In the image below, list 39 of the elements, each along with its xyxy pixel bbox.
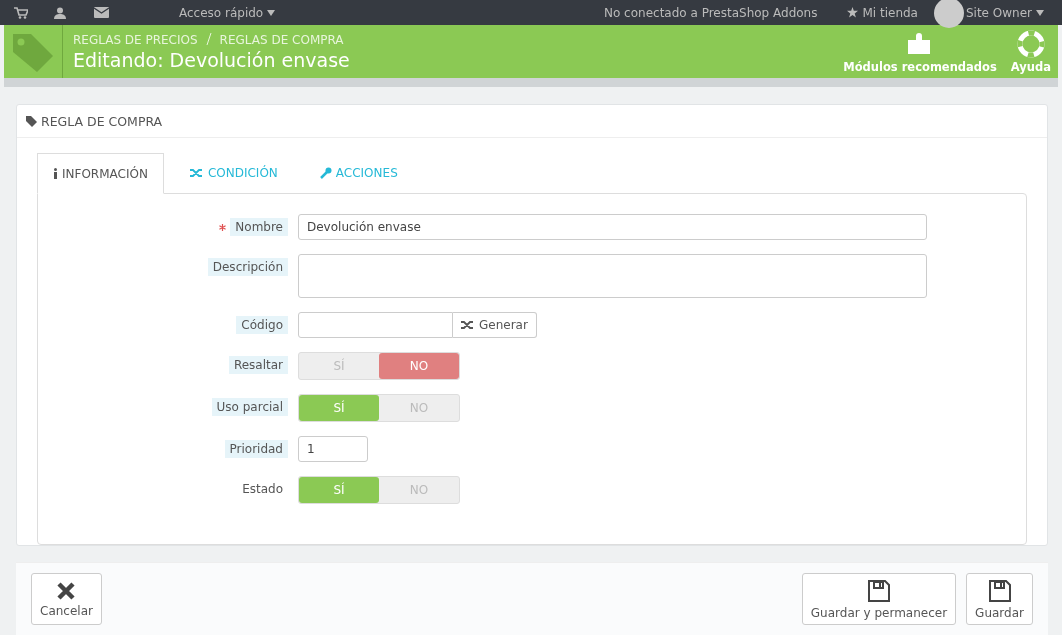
lifebuoy-icon	[1016, 29, 1045, 58]
cart-icon[interactable]	[14, 6, 28, 19]
info-icon	[53, 168, 58, 179]
quick-access-menu[interactable]: Acceso rápido	[179, 5, 276, 20]
page-title: Editando: Devolución envase	[73, 48, 350, 71]
avatar-circle	[933, 0, 964, 28]
star-icon	[847, 7, 859, 18]
field-label: Uso parcial	[211, 398, 288, 416]
caret-icon	[267, 9, 276, 16]
shop-link[interactable]: Mi tienda	[847, 5, 918, 20]
field-label: Estado	[241, 481, 284, 498]
priority-field[interactable]: 1	[298, 436, 368, 462]
cancel-button[interactable]: Cancelar	[31, 573, 102, 625]
description-field[interactable]	[298, 254, 927, 298]
name-field[interactable]: Devolución envase	[298, 214, 927, 240]
generate-button[interactable]: Generar	[453, 312, 537, 338]
user-icon[interactable]	[54, 6, 66, 19]
panel-title: REGLA DE COMPRA	[41, 113, 163, 129]
shuffle-icon	[461, 320, 475, 330]
slash-separator-icon	[205, 32, 212, 45]
tags-icon	[11, 31, 55, 72]
field-label: Nombre	[230, 218, 288, 236]
code-field[interactable]	[298, 312, 453, 338]
mail-icon[interactable]	[94, 7, 109, 18]
user-menu[interactable]: Site Owner	[965, 5, 1044, 20]
addons-status-link[interactable]: No conectado a PrestaShop Addons	[603, 5, 818, 20]
caret-icon	[1036, 9, 1044, 16]
field-label: Código	[236, 316, 288, 334]
shuffle-icon	[189, 168, 204, 178]
close-icon	[56, 580, 77, 601]
save-and-stay-button[interactable]: Guardar y permanecer	[801, 573, 957, 625]
wrench-icon	[319, 167, 332, 179]
field-label: Prioridad	[224, 440, 288, 458]
field-label: Resaltar	[228, 356, 288, 374]
save-button[interactable]: Guardar	[966, 573, 1033, 625]
tab[interactable]: INFORMACIÓN	[37, 153, 164, 194]
tag-icon	[26, 115, 37, 127]
field-label: Descripción	[207, 258, 288, 276]
required-asterisk-icon	[219, 223, 227, 231]
